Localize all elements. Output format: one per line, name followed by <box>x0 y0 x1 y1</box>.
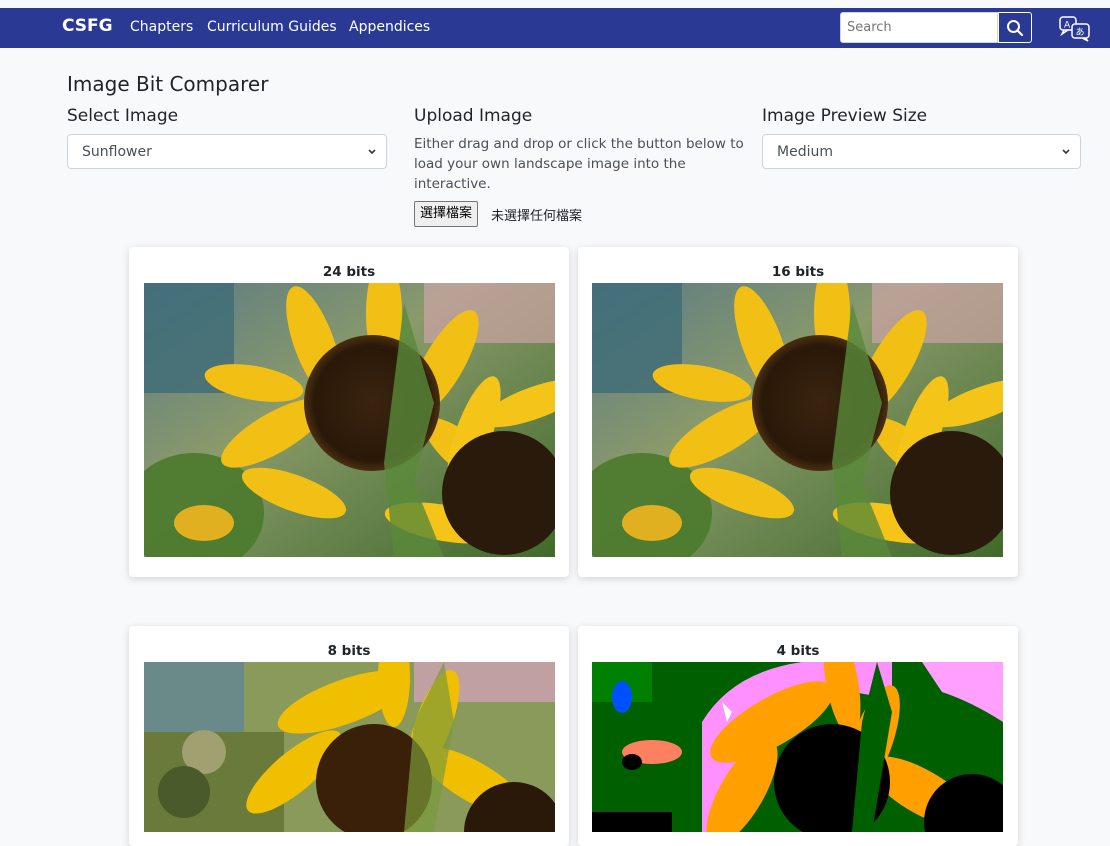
svg-text:あ: あ <box>1076 27 1085 38</box>
magnifier-icon <box>1007 19 1024 36</box>
search-input[interactable] <box>840 12 998 43</box>
preview-size-label: Image Preview Size <box>762 106 928 126</box>
preview-size-dropdown[interactable]: Medium <box>762 134 1081 169</box>
brand-logo[interactable]: CSFG <box>62 16 113 36</box>
top-navbar: CSFG Chapters Curriculum Guides Appendic… <box>0 8 1110 48</box>
preview-image-4-bits <box>592 662 1003 832</box>
select-image-label: Select Image <box>67 106 179 126</box>
search-form <box>840 12 1032 43</box>
nav-link-chapters[interactable]: Chapters <box>130 19 193 35</box>
card-title: 24 bits <box>322 264 376 280</box>
preview-image-16-bits <box>592 283 1003 557</box>
preview-image-24-bits <box>144 283 555 557</box>
upload-description: Either drag and drop or click the button… <box>414 136 744 192</box>
page-title: Image Bit Comparer <box>67 72 269 96</box>
image-card-24-bits: 24 bits <box>129 247 569 577</box>
image-card-4-bits: 4 bits <box>578 626 1018 846</box>
preview-image-8-bits <box>144 662 555 832</box>
card-title: 4 bits <box>776 643 820 659</box>
svg-text:A: A <box>1064 21 1071 31</box>
preview-size-value: Medium <box>777 143 833 160</box>
nav-link-appendices[interactable]: Appendices <box>349 19 430 35</box>
card-title: 16 bits <box>771 264 825 280</box>
select-image-dropdown[interactable]: Sunflower <box>67 134 387 169</box>
choose-file-button[interactable]: 選擇檔案 <box>414 201 479 227</box>
upload-image-label: Upload Image <box>414 106 533 126</box>
translate-icon[interactable]: A あ <box>1058 14 1094 42</box>
nav-link-curriculum-guides[interactable]: Curriculum Guides <box>207 19 337 35</box>
card-title: 8 bits <box>327 643 371 659</box>
search-button[interactable] <box>998 12 1032 43</box>
chevron-down-icon <box>1062 149 1070 155</box>
select-image-value: Sunflower <box>82 143 152 160</box>
image-card-16-bits: 16 bits <box>578 247 1018 577</box>
image-card-8-bits: 8 bits <box>129 626 569 846</box>
file-status-text: 未選擇任何檔案 <box>491 209 583 224</box>
chevron-down-icon <box>368 149 376 155</box>
